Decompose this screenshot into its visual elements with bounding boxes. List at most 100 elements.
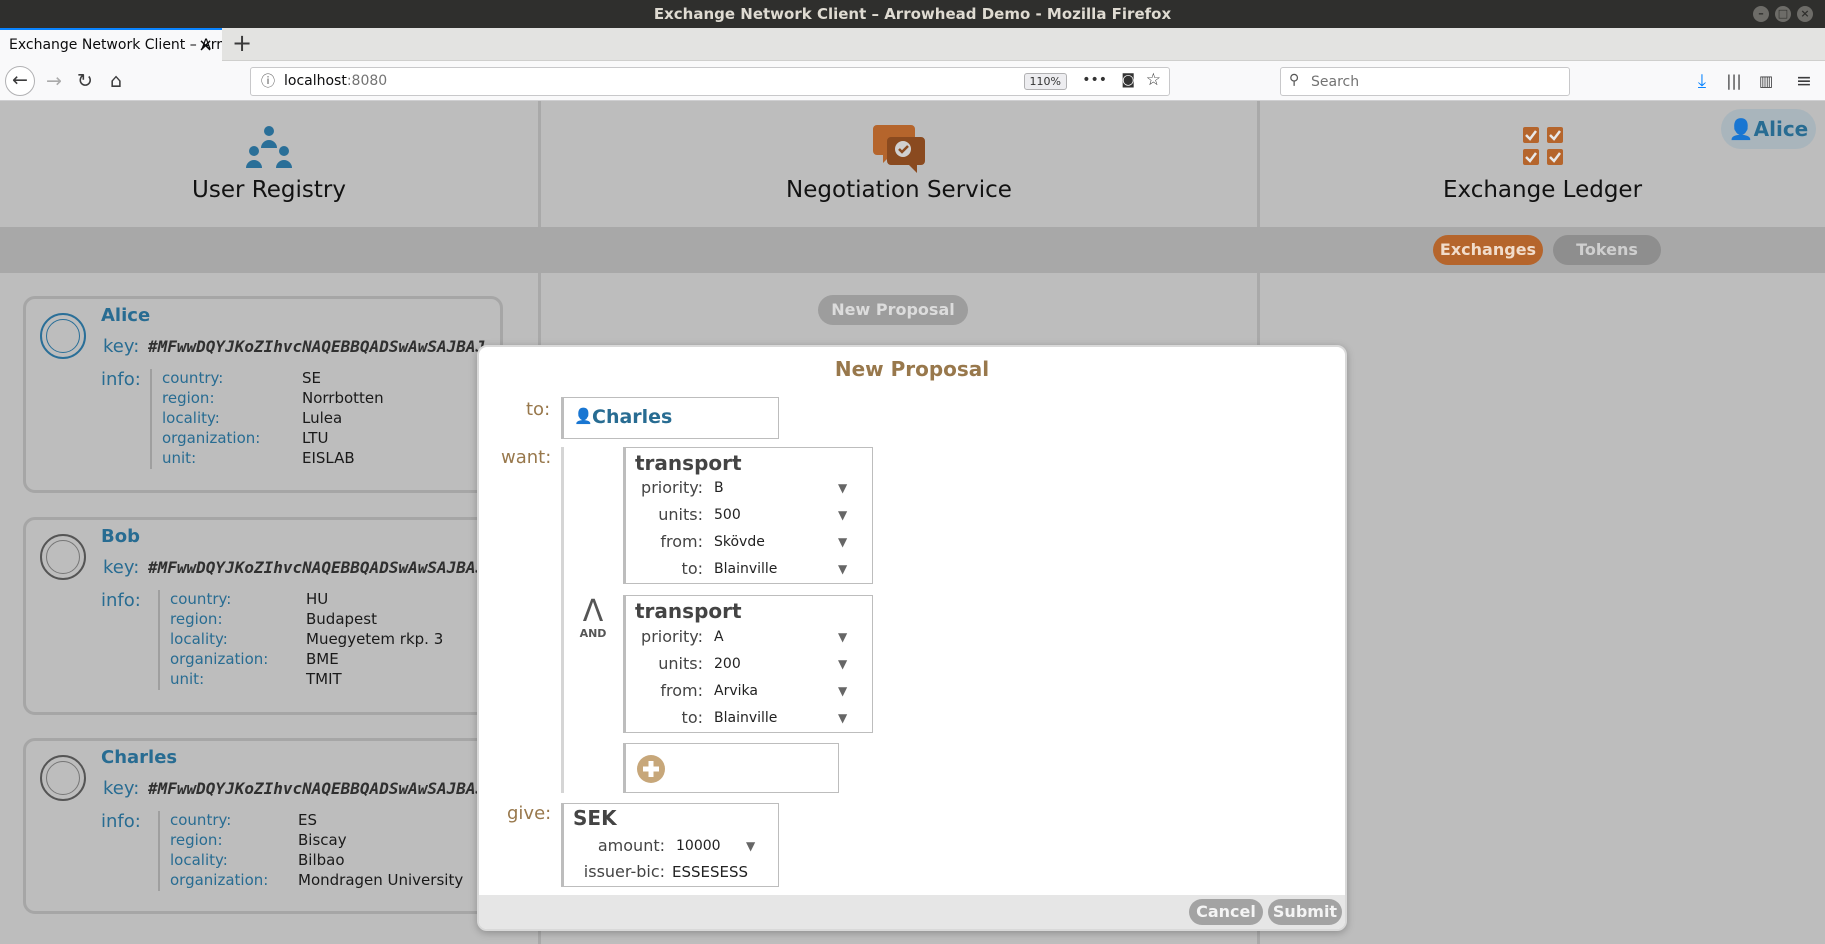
- dialog-footer: Cancel Submit: [479, 895, 1345, 929]
- submit-button[interactable]: Submit: [1268, 899, 1342, 925]
- url-host: localhost: [284, 73, 347, 89]
- dropdown-arrow-icon[interactable]: ▼: [838, 562, 847, 576]
- info-row: region: Norrbotten: [162, 389, 384, 409]
- avatar: [40, 313, 86, 359]
- field-row[interactable]: from: Skövde ▼: [626, 532, 876, 556]
- forward-icon[interactable]: →: [42, 69, 66, 93]
- dropdown-arrow-icon[interactable]: ▼: [838, 657, 847, 671]
- sidebar-icon[interactable]: ▥: [1754, 69, 1778, 93]
- field-row[interactable]: issuer-bic: ESSESESS: [564, 862, 782, 886]
- info-key: locality:: [170, 851, 228, 869]
- field-row[interactable]: priority: B ▼: [626, 478, 876, 502]
- site-info-icon[interactable]: ⓘ: [261, 71, 275, 91]
- want-item[interactable]: transport priority: B ▼ units: 500 ▼ from: Sk…: [623, 447, 873, 584]
- field-label: units:: [658, 505, 703, 524]
- info-value: Norrbotten: [302, 389, 384, 407]
- recipient-field[interactable]: 👤 Charles: [561, 397, 779, 439]
- service-title: User Registry: [192, 177, 346, 203]
- field-label: from:: [660, 532, 703, 551]
- add-circle-icon[interactable]: [636, 754, 666, 784]
- user-name: Alice: [101, 305, 151, 326]
- cancel-button[interactable]: Cancel: [1189, 899, 1263, 925]
- browser-tab[interactable]: Exchange Network Client – Arrowhead Demo…: [0, 28, 222, 61]
- field-row[interactable]: to: Blainville ▼: [626, 708, 876, 732]
- info-row: region: Budapest: [170, 610, 443, 630]
- url-text[interactable]: localhost:8080: [284, 73, 387, 89]
- field-value[interactable]: ESSESESS: [672, 863, 748, 881]
- tab-bar: Exchange Network Client – Arrowhead Demo…: [0, 28, 1825, 61]
- dropdown-arrow-icon[interactable]: ▼: [838, 684, 847, 698]
- person-icon: [46, 540, 80, 574]
- info-value: EISLAB: [302, 449, 355, 467]
- field-row[interactable]: units: 500 ▼: [626, 505, 876, 529]
- field-value[interactable]: 500: [714, 507, 741, 523]
- want-item[interactable]: transport priority: A ▼ units: 200 ▼ from: Ar…: [623, 595, 873, 733]
- want-title: transport: [635, 451, 742, 475]
- url-bar[interactable]: ⓘ localhost:8080 110% ••• ◙ ☆: [250, 67, 1170, 96]
- dropdown-arrow-icon[interactable]: ▼: [838, 481, 847, 495]
- field-row[interactable]: units: 200 ▼: [626, 654, 876, 678]
- library-icon[interactable]: |||: [1722, 69, 1746, 93]
- info-label: info:: [101, 811, 141, 832]
- field-row[interactable]: amount: 10000 ▼: [564, 836, 782, 860]
- user-card[interactable]: Bob key: #MFwwDQYJKoZIhvcNAQEBBQADSwAwSA…: [23, 517, 503, 715]
- downloads-icon[interactable]: ⤓: [1690, 69, 1714, 93]
- key-label: key:: [103, 778, 140, 799]
- dropdown-arrow-icon[interactable]: ▼: [838, 711, 847, 725]
- dropdown-arrow-icon[interactable]: ▼: [838, 535, 847, 549]
- info-value: SE: [302, 369, 321, 387]
- info-value: Mondragen University: [298, 871, 464, 889]
- dropdown-arrow-icon[interactable]: ▼: [746, 839, 755, 853]
- field-row[interactable]: from: Arvika ▼: [626, 681, 876, 705]
- page-actions-icon[interactable]: •••: [1082, 72, 1107, 88]
- give-item[interactable]: SEK amount: 10000 ▼ issuer-bic: ESSESESS: [561, 803, 779, 887]
- new-tab-icon[interactable]: +: [232, 28, 252, 59]
- want-label: want:: [501, 447, 552, 468]
- info-value: ES: [298, 811, 317, 829]
- to-label: to:: [526, 399, 551, 420]
- tab-tokens[interactable]: Tokens: [1553, 235, 1661, 265]
- add-want-slot[interactable]: [623, 743, 839, 793]
- info-key: locality:: [162, 409, 220, 427]
- field-label: priority:: [641, 627, 703, 646]
- field-value[interactable]: A: [714, 629, 724, 645]
- search-bar[interactable]: ⚲ Search: [1280, 67, 1570, 96]
- tab-exchanges[interactable]: Exchanges: [1433, 235, 1543, 265]
- maximize-icon[interactable]: □: [1775, 6, 1791, 22]
- zoom-indicator[interactable]: 110%: [1023, 73, 1067, 90]
- user-name: Bob: [101, 526, 140, 547]
- field-row[interactable]: priority: A ▼: [626, 627, 876, 651]
- user-card[interactable]: Charles key: #MFwwDQYJKoZIhvcNAQEBBQADSw…: [23, 738, 503, 914]
- field-value[interactable]: Blainville: [714, 710, 777, 726]
- close-window-icon[interactable]: ×: [1797, 6, 1813, 22]
- info-value: BME: [306, 650, 339, 668]
- field-value[interactable]: Blainville: [714, 561, 777, 577]
- person-icon: [46, 319, 80, 353]
- service-user-registry: User Registry: [0, 101, 538, 227]
- info-row: locality: Lulea: [162, 409, 384, 429]
- reload-icon[interactable]: ↻: [73, 69, 97, 93]
- close-tab-icon[interactable]: ×: [198, 30, 213, 61]
- field-value[interactable]: Skövde: [714, 534, 765, 550]
- window-title: Exchange Network Client – Arrowhead Demo…: [653, 5, 1172, 23]
- bookmark-star-icon[interactable]: ☆: [1146, 70, 1161, 90]
- avatar: [40, 755, 86, 801]
- dropdown-arrow-icon[interactable]: ▼: [838, 508, 847, 522]
- current-user-badge[interactable]: 👤Alice: [1721, 109, 1816, 149]
- minimize-icon[interactable]: –: [1753, 6, 1769, 22]
- field-value[interactable]: 200: [714, 656, 741, 672]
- field-value[interactable]: 10000: [676, 838, 721, 854]
- menu-icon[interactable]: ≡: [1792, 69, 1816, 93]
- field-value[interactable]: Arvika: [714, 683, 758, 699]
- chat-bubbles-icon: [873, 125, 925, 173]
- dropdown-arrow-icon[interactable]: ▼: [838, 630, 847, 644]
- user-card[interactable]: Alice key: #MFwwDQYJKoZIhvcNAQEBBQADSwAw…: [23, 296, 503, 493]
- new-proposal-button[interactable]: New Proposal: [818, 295, 968, 325]
- home-icon[interactable]: ⌂: [104, 69, 128, 93]
- service-negotiation: Negotiation Service: [541, 101, 1257, 227]
- pocket-icon[interactable]: ◙: [1121, 72, 1135, 88]
- field-row[interactable]: to: Blainville ▼: [626, 559, 876, 583]
- back-icon[interactable]: ←: [5, 66, 35, 96]
- and-operator[interactable]: Λ AND: [579, 597, 607, 641]
- field-value[interactable]: B: [714, 480, 724, 496]
